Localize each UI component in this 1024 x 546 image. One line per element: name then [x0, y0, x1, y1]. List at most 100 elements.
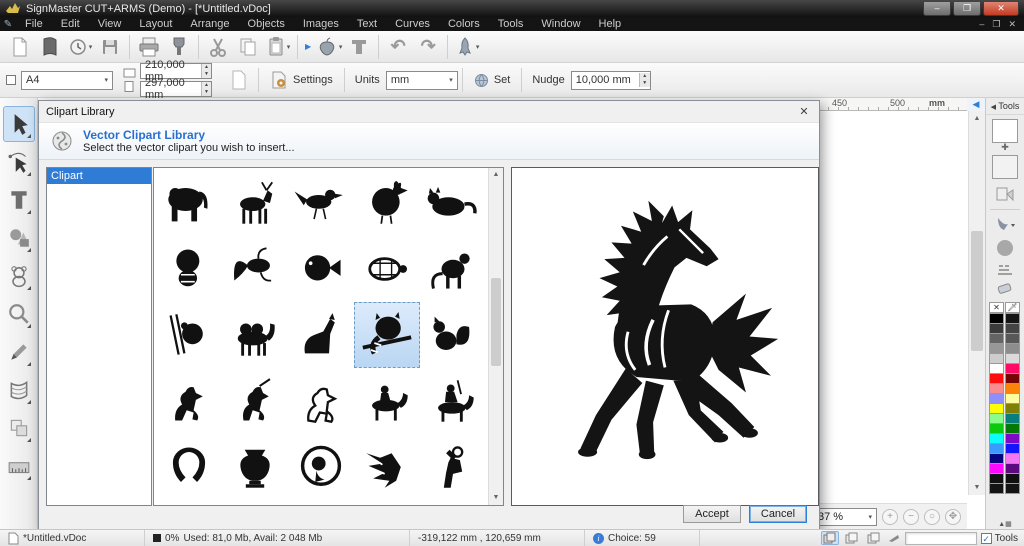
vertical-scroll-thumb[interactable]	[971, 231, 983, 351]
clipart-horseshoe[interactable]	[156, 434, 222, 500]
paste-button[interactable]: ▾	[263, 33, 293, 61]
status-text-field[interactable]	[905, 532, 977, 545]
cutter-blade-icon[interactable]	[887, 533, 901, 543]
menu-file[interactable]: File	[16, 18, 52, 30]
pen-style-dropdown-icon[interactable]	[994, 216, 1016, 232]
nudge-spin-up-icon[interactable]: ▲	[640, 73, 650, 80]
width-spin-up-icon[interactable]: ▲	[202, 64, 211, 71]
zoom-level-select[interactable]: 37 % ▾	[813, 508, 877, 526]
page-view-button-3[interactable]	[865, 531, 883, 545]
clipart-unicorn[interactable]	[222, 368, 288, 434]
grid-scroll-thumb[interactable]	[491, 278, 501, 366]
zoom-out-button[interactable]: −	[903, 509, 919, 525]
close-button[interactable]: ✕	[983, 2, 1019, 16]
clipart-raccoon[interactable]	[354, 302, 420, 368]
ruler-collapse-icon[interactable]: ◀	[967, 98, 985, 111]
child-restore-icon[interactable]: ❐	[992, 19, 1000, 30]
width-spin-down-icon[interactable]: ▼	[202, 71, 211, 78]
eraser-icon[interactable]	[995, 282, 1015, 298]
recent-files-button[interactable]: ▾	[65, 33, 95, 61]
clipart-hen[interactable]	[354, 170, 420, 236]
page-view-button-1[interactable]	[821, 531, 839, 545]
stroke-width-icon[interactable]	[995, 238, 1015, 258]
menu-curves[interactable]: Curves	[386, 18, 439, 30]
line-style-icon[interactable]	[995, 264, 1015, 276]
toolbox-select-tool[interactable]	[3, 106, 35, 142]
fill-color-button[interactable]: ▾	[314, 33, 344, 61]
height-spin-down-icon[interactable]: ▼	[202, 89, 211, 96]
toolbox-clipart-tool[interactable]	[3, 258, 35, 294]
blank-page-button[interactable]	[224, 66, 254, 94]
undo-button[interactable]: ↶	[383, 33, 413, 61]
accept-button[interactable]: Accept	[683, 505, 741, 523]
clipart-fish[interactable]	[288, 236, 354, 302]
clipart-mustang[interactable]	[288, 368, 354, 434]
clipart-cat[interactable]	[420, 170, 486, 236]
tools-toggle[interactable]: ✓ Tools	[981, 533, 1018, 544]
copy-button[interactable]	[233, 33, 263, 61]
print-button[interactable]	[134, 33, 164, 61]
menu-objects[interactable]: Objects	[239, 18, 294, 30]
zoom-page-button[interactable]: ○	[924, 509, 940, 525]
grid-scroll-down-icon[interactable]: ▼	[489, 491, 503, 505]
page-checkbox[interactable]	[6, 75, 16, 85]
nudge-input[interactable]: 10,000 mm▲▼	[571, 71, 651, 90]
restore-button[interactable]: ❐	[953, 2, 981, 16]
menu-help[interactable]: Help	[590, 18, 631, 30]
no-color-swatch[interactable]: ✕	[989, 302, 1004, 313]
grid-scroll-up-icon[interactable]: ▲	[489, 168, 503, 182]
clipart-knight[interactable]	[420, 368, 486, 434]
clipart-kneeling-figure[interactable]	[420, 434, 486, 500]
height-spin-up-icon[interactable]: ▲	[202, 82, 211, 89]
clipart-panda[interactable]	[156, 302, 222, 368]
page-height-input[interactable]: 297,000 mm▲▼	[140, 81, 212, 97]
clipart-dog[interactable]	[156, 236, 222, 302]
toolbox-weld-tool[interactable]	[3, 410, 35, 446]
toolbox-shapes-tool[interactable]	[3, 220, 35, 256]
tools-panel-header[interactable]: ◀ Tools	[986, 98, 1024, 115]
page-size-select[interactable]: A4 ▾	[21, 71, 113, 90]
copy-attributes-icon[interactable]	[995, 185, 1015, 203]
grid-scrollbar[interactable]: ▲ ▼	[488, 168, 503, 505]
toolbox-distort-tool[interactable]	[3, 372, 35, 408]
fill-swatch[interactable]	[992, 119, 1018, 143]
production-plot-button[interactable]: ▾	[452, 33, 482, 61]
menu-arrange[interactable]: Arrange	[181, 18, 238, 30]
menu-layout[interactable]: Layout	[130, 18, 181, 30]
set-button[interactable]: Set	[467, 71, 518, 90]
clipart-turtle[interactable]	[354, 236, 420, 302]
zoom-all-button[interactable]: ✥	[945, 509, 961, 525]
units-select[interactable]: mm ▾	[386, 71, 458, 90]
clipart-elephant[interactable]	[156, 170, 222, 236]
cut-button[interactable]	[203, 33, 233, 61]
palette-swatch[interactable]	[1005, 483, 1020, 494]
palette-swatch[interactable]	[989, 483, 1004, 494]
menu-colors[interactable]: Colors	[439, 18, 489, 30]
clipart-urn[interactable]	[222, 434, 288, 500]
send-to-cutter-button[interactable]	[164, 33, 194, 61]
category-clipart[interactable]: Clipart	[47, 168, 151, 184]
clipart-horse-rider[interactable]	[354, 368, 420, 434]
clipart-horse[interactable]	[156, 368, 222, 434]
clipart-greek-head[interactable]	[288, 434, 354, 500]
menu-images[interactable]: Images	[294, 18, 348, 30]
tools-checkbox[interactable]: ✓	[981, 533, 992, 544]
text-format-button[interactable]	[344, 33, 374, 61]
toolbar-overflow-icon[interactable]: ▶	[302, 42, 314, 51]
stroke-swatch[interactable]	[992, 155, 1018, 179]
clipart-wolf[interactable]	[288, 302, 354, 368]
menu-tools[interactable]: Tools	[489, 18, 533, 30]
vertical-scrollbar[interactable]: ▲ ▼	[968, 111, 985, 495]
clipart-deer[interactable]	[222, 170, 288, 236]
swap-swatch-icon[interactable]: ✚	[986, 143, 1024, 151]
toolbox-node-edit-tool[interactable]	[3, 144, 35, 180]
clipart-tribal-eagle[interactable]	[354, 434, 420, 500]
scroll-up-icon[interactable]: ▲	[969, 111, 985, 126]
zoom-in-button[interactable]: +	[882, 509, 898, 525]
clipart-squirrel[interactable]	[420, 302, 486, 368]
toolbox-draw-tool[interactable]	[3, 334, 35, 370]
toolbox-measure-tool[interactable]	[3, 448, 35, 484]
menu-edit[interactable]: Edit	[52, 18, 89, 30]
scroll-down-icon[interactable]: ▼	[969, 480, 985, 495]
open-document-button[interactable]	[35, 33, 65, 61]
